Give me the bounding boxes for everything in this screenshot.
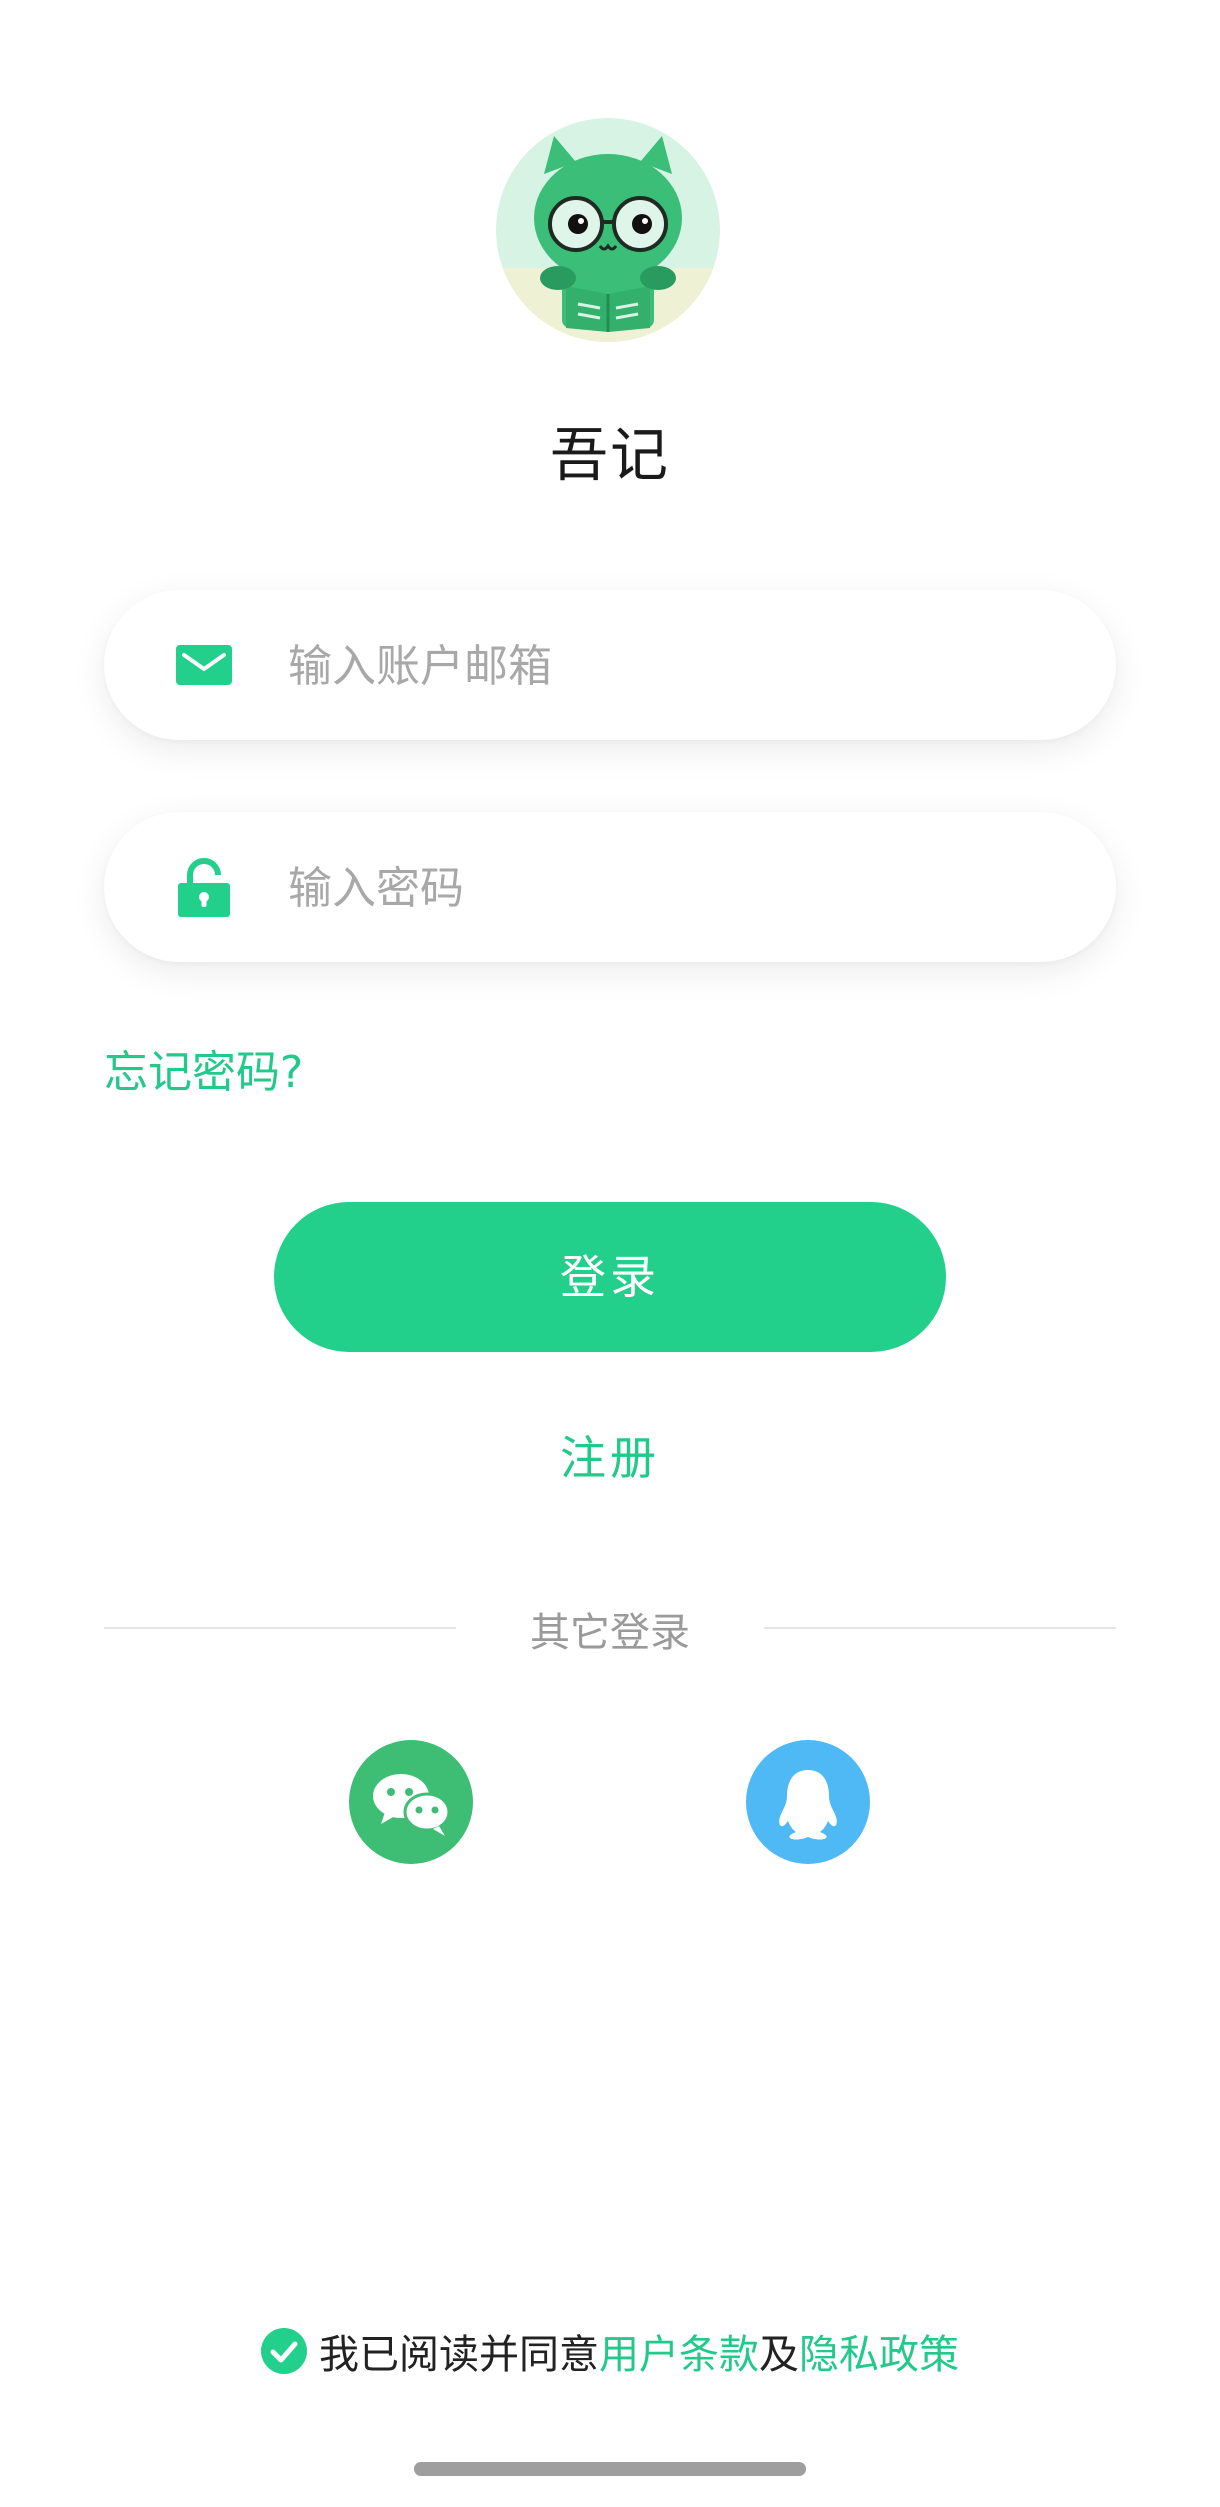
password-field[interactable] xyxy=(104,812,1116,962)
email-field[interactable] xyxy=(104,590,1116,740)
forgot-password-link[interactable]: 忘记密码? xyxy=(104,1036,303,1100)
qq-login-button[interactable] xyxy=(746,1740,870,1864)
agreement-conjunction: 及 xyxy=(759,2332,799,2378)
register-link[interactable]: 注册 xyxy=(0,1422,1220,1488)
agreement-prefix: 我已阅读并同意 xyxy=(319,2332,599,2378)
home-indicator[interactable] xyxy=(414,2462,806,2476)
wechat-login-button[interactable] xyxy=(349,1740,473,1864)
password-input[interactable] xyxy=(286,842,1050,934)
mail-icon xyxy=(174,635,234,695)
agree-checkbox[interactable] xyxy=(261,2328,307,2374)
checkmark-icon xyxy=(270,2341,298,2363)
app-logo xyxy=(496,118,720,342)
divider-right xyxy=(764,1627,1116,1629)
lock-icon xyxy=(174,857,234,917)
other-login-label: 其它登录 xyxy=(530,1610,690,1656)
wechat-icon xyxy=(373,1774,451,1836)
email-input[interactable] xyxy=(286,620,1050,712)
terms-link[interactable]: 用户条款 xyxy=(599,2322,759,2380)
app-title: 吾记 xyxy=(549,421,670,489)
privacy-link[interactable]: 隐私政策 xyxy=(799,2322,959,2380)
qq-icon xyxy=(779,1770,837,1840)
agreement-row: 我已阅读并同意 用户条款 及 隐私政策 xyxy=(0,2322,1220,2380)
login-button[interactable]: 登录 xyxy=(274,1202,946,1352)
